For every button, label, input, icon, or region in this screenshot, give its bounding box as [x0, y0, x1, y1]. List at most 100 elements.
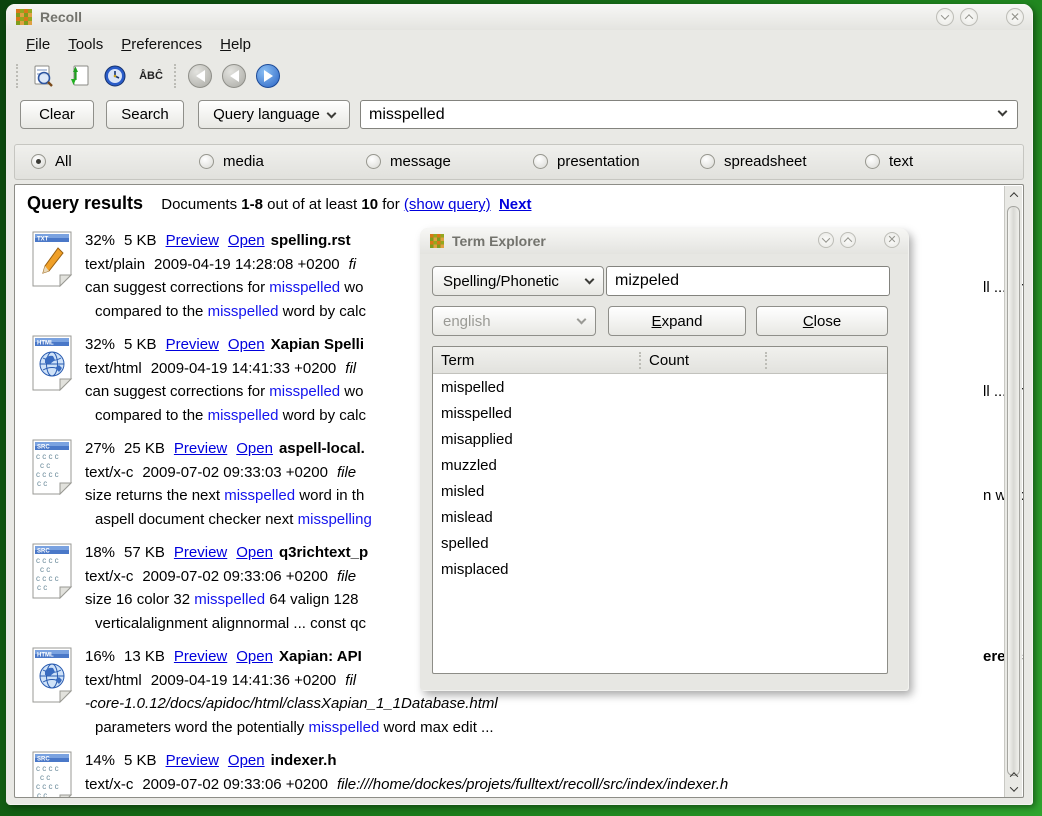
- result-url: fil: [345, 360, 356, 377]
- file-icon-html[interactable]: HTML: [31, 647, 73, 703]
- dialog-minimize-button[interactable]: [818, 232, 834, 248]
- search-button[interactable]: Search: [106, 100, 184, 129]
- search-input[interactable]: [360, 100, 1018, 129]
- menu-help[interactable]: Help: [220, 36, 251, 53]
- previous-page-button[interactable]: [222, 64, 246, 88]
- term-row[interactable]: misspelled: [433, 400, 887, 426]
- dialog-close-button[interactable]: ✕: [884, 232, 900, 248]
- radio-text[interactable]: text: [865, 153, 913, 170]
- next-page-button[interactable]: [256, 64, 280, 88]
- toolbar: ÅBĈ: [6, 58, 1032, 94]
- dialog-maximize-button[interactable]: [840, 232, 856, 248]
- query-language-combo[interactable]: Query language: [198, 100, 350, 129]
- term-row[interactable]: spelled: [433, 530, 887, 556]
- close-dialog-button[interactable]: Close: [756, 306, 888, 336]
- maximize-button[interactable]: [960, 8, 978, 26]
- result-snippet: parameters word the potentially misspell…: [85, 716, 1005, 740]
- first-page-button[interactable]: [188, 64, 212, 88]
- open-link[interactable]: Open: [228, 336, 265, 353]
- history-clock-icon[interactable]: [102, 63, 128, 89]
- preview-link[interactable]: Preview: [166, 232, 219, 249]
- chevron-up-icon: [1010, 772, 1018, 780]
- result-url-continuation: -core-1.0.12/docs/apidoc/html/classXapia…: [85, 692, 1005, 716]
- term-input[interactable]: [606, 266, 890, 296]
- term-row[interactable]: misled: [433, 478, 887, 504]
- svg-text:c c: c c: [40, 565, 50, 574]
- file-icon-src[interactable]: SRC c c c c c c c c c c c c: [31, 751, 73, 798]
- chevron-down-icon: [822, 234, 830, 242]
- radio-all[interactable]: All: [31, 153, 72, 170]
- file-icon-src[interactable]: SRC c c c c c c c c c c c c: [31, 439, 73, 495]
- next-page-link[interactable]: Next: [499, 196, 532, 213]
- svg-text:c c: c c: [40, 461, 50, 470]
- results-scrollbar[interactable]: [1004, 186, 1022, 798]
- menu-preferences[interactable]: Preferences: [121, 36, 202, 53]
- scroll-up-button-bottom[interactable]: [1005, 768, 1023, 782]
- preview-link[interactable]: Preview: [174, 648, 227, 665]
- minimize-button[interactable]: [936, 8, 954, 26]
- svg-text:c c: c c: [37, 583, 47, 592]
- expansion-mode-combo[interactable]: Spelling/Phonetic: [432, 266, 604, 296]
- radio-dot: [700, 154, 715, 169]
- file-icon-txt[interactable]: TXT: [31, 231, 73, 287]
- open-link[interactable]: Open: [236, 648, 273, 665]
- window-titlebar[interactable]: Recoll ✕: [6, 4, 1032, 30]
- column-term[interactable]: Term: [433, 352, 639, 369]
- svg-text:c c c c: c c c c: [36, 574, 59, 583]
- arrow-left-icon: [230, 70, 239, 82]
- query-detail-icon[interactable]: [30, 63, 56, 89]
- term-row[interactable]: misplaced: [433, 556, 887, 582]
- term-row[interactable]: misapplied: [433, 426, 887, 452]
- arrow-left-icon: [196, 70, 205, 82]
- term-row[interactable]: mispelled: [433, 374, 887, 400]
- dialog-titlebar[interactable]: Term Explorer ✕: [420, 228, 908, 254]
- scrollbar-thumb[interactable]: [1007, 206, 1020, 776]
- open-link[interactable]: Open: [228, 752, 265, 769]
- svg-text:c c: c c: [40, 773, 50, 782]
- svg-text:c c c c: c c c c: [36, 556, 59, 565]
- radio-dot: [31, 154, 46, 169]
- menu-file[interactable]: File: [26, 36, 50, 53]
- file-icon-html[interactable]: HTML: [31, 335, 73, 391]
- radio-spreadsheet[interactable]: spreadsheet: [700, 153, 807, 170]
- svg-text:SRC: SRC: [37, 445, 50, 451]
- preview-link[interactable]: Preview: [166, 336, 219, 353]
- svg-text:TXT: TXT: [37, 237, 49, 243]
- open-link[interactable]: Open: [236, 440, 273, 457]
- language-combo[interactable]: english: [432, 306, 596, 336]
- open-link[interactable]: Open: [236, 544, 273, 561]
- result-meta: text/x-c2009-07-02 09:33:06 +0200file://…: [85, 773, 1005, 797]
- preview-link[interactable]: Preview: [174, 544, 227, 561]
- radio-presentation[interactable]: presentation: [533, 153, 640, 170]
- svg-text:c c c c: c c c c: [36, 452, 59, 461]
- close-button[interactable]: ✕: [1006, 8, 1024, 26]
- radio-dot: [366, 154, 381, 169]
- scroll-down-button[interactable]: [1005, 782, 1023, 796]
- radio-message[interactable]: message: [366, 153, 451, 170]
- column-count[interactable]: Count: [639, 352, 767, 369]
- term-explorer-icon[interactable]: ÅBĈ: [138, 63, 164, 89]
- preview-link[interactable]: Preview: [174, 440, 227, 457]
- term-row[interactable]: muzzled: [433, 452, 887, 478]
- show-query-link[interactable]: (show query): [404, 196, 491, 213]
- radio-media[interactable]: media: [199, 153, 264, 170]
- close-icon: ✕: [1010, 11, 1020, 23]
- open-link[interactable]: Open: [228, 232, 265, 249]
- file-icon-src[interactable]: SRC c c c c c c c c c c c c: [31, 543, 73, 599]
- arrow-right-icon: [264, 70, 273, 82]
- menu-bar: File Tools Preferences Help: [6, 30, 1032, 58]
- radio-dot: [865, 154, 880, 169]
- expand-button[interactable]: Expand: [608, 306, 746, 336]
- clear-button[interactable]: Clear: [20, 100, 94, 129]
- toolbar-handle[interactable]: [16, 64, 20, 88]
- term-row[interactable]: mislead: [433, 504, 887, 530]
- recoll-app-icon: [430, 234, 444, 248]
- scroll-up-button[interactable]: [1005, 188, 1023, 202]
- radio-dot: [533, 154, 548, 169]
- preview-link[interactable]: Preview: [166, 752, 219, 769]
- menu-tools[interactable]: Tools: [68, 36, 103, 53]
- sort-by-date-icon[interactable]: [66, 63, 92, 89]
- svg-text:c c: c c: [37, 479, 47, 488]
- result-url: file:///home/dockes/projets/fulltext/rec…: [337, 776, 728, 793]
- term-table: Term Count mispelled misspelled misappli…: [432, 346, 888, 674]
